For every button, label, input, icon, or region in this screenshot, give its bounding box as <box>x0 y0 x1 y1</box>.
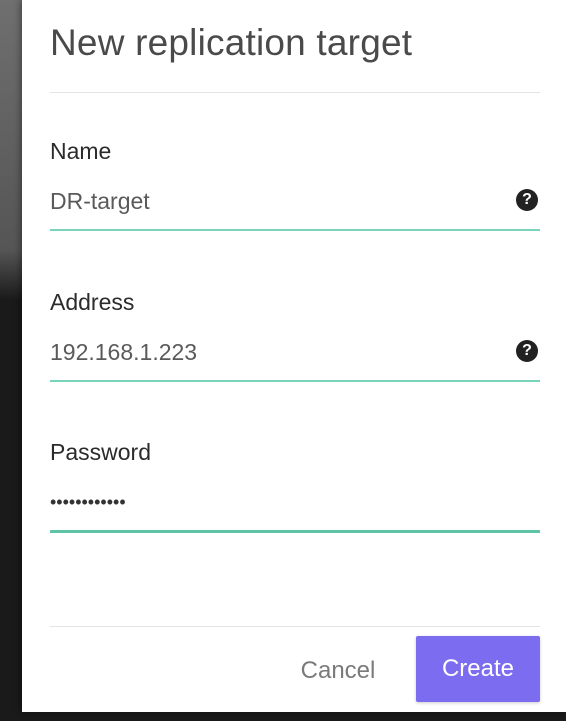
name-input-row: ? <box>50 187 540 231</box>
cancel-button[interactable]: Cancel <box>284 650 392 692</box>
create-button[interactable]: Create <box>416 636 540 702</box>
help-icon[interactable]: ? <box>516 189 538 211</box>
help-icon[interactable]: ? <box>516 340 538 362</box>
header-divider <box>50 92 540 93</box>
dialog-title: New replication target <box>50 22 413 63</box>
password-input[interactable]: •••••••••••• <box>50 488 490 516</box>
address-label: Address <box>50 289 135 315</box>
address-input[interactable] <box>50 338 490 366</box>
name-input[interactable] <box>50 187 490 215</box>
replication-target-dialog: New replication target Name ? Address ? … <box>22 0 566 712</box>
password-label: Password <box>50 439 151 465</box>
address-field-group: Address ? <box>50 289 540 382</box>
name-label: Name <box>50 138 112 164</box>
password-input-row: •••••••••••• <box>50 488 540 533</box>
password-field-group: Password •••••••••••• <box>50 439 540 533</box>
address-input-row: ? <box>50 338 540 382</box>
name-field-group: Name ? <box>50 138 540 231</box>
footer-divider <box>50 626 540 627</box>
